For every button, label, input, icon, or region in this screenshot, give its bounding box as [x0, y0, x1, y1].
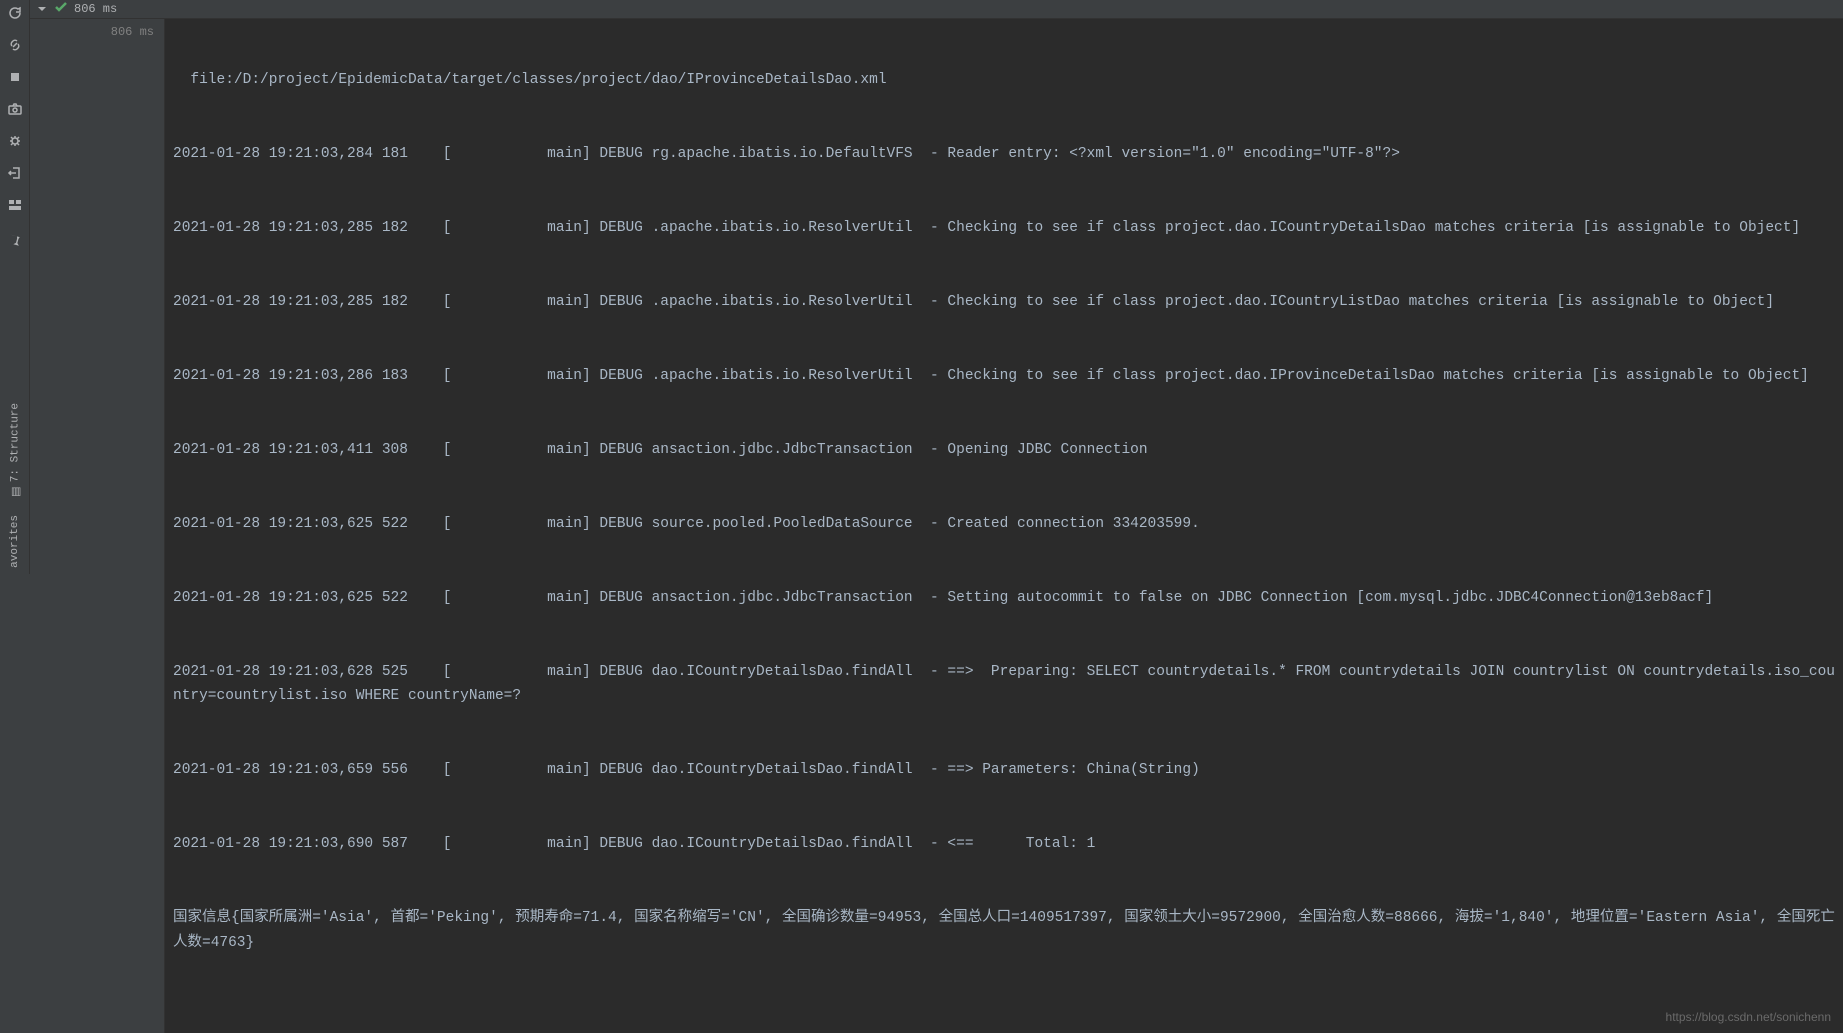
- log-line: 2021-01-28 19:21:03,285 182 [ main] DEBU…: [173, 216, 1835, 241]
- log-line: 2021-01-28 19:21:03,625 522 [ main] DEBU…: [173, 512, 1835, 537]
- console-output[interactable]: file:/D:/project/EpidemicData/target/cla…: [165, 19, 1843, 1033]
- watermark: https://blog.csdn.net/sonichenn: [1666, 1007, 1831, 1027]
- test-tree-panel[interactable]: 806 ms: [30, 19, 165, 1033]
- log-line: 2021-01-28 19:21:03,690 587 [ main] DEBU…: [173, 832, 1835, 857]
- content-row: 806 ms file:/D:/project/EpidemicData/tar…: [30, 19, 1843, 1033]
- pin-icon[interactable]: [6, 232, 24, 250]
- log-line: 2021-01-28 19:21:03,411 308 [ main] DEBU…: [173, 438, 1835, 463]
- camera-icon[interactable]: [6, 100, 24, 118]
- test-pass-icon: [54, 0, 68, 18]
- log-line: file:/D:/project/EpidemicData/target/cla…: [173, 68, 1835, 93]
- structure-tab[interactable]: ▤ 7: Structure: [7, 397, 24, 505]
- favorites-tab-label: avorites: [9, 515, 21, 568]
- stop-icon[interactable]: [6, 68, 24, 86]
- favorites-tab[interactable]: avorites: [7, 509, 23, 574]
- structure-icon: ▤: [9, 486, 22, 499]
- test-results-bar: 806 ms: [30, 0, 1843, 19]
- vertical-tab-bar: ▤ 7: Structure avorites: [0, 397, 30, 574]
- link-icon[interactable]: [6, 36, 24, 54]
- exit-icon[interactable]: [6, 164, 24, 182]
- log-line: 2021-01-28 19:21:03,659 556 [ main] DEBU…: [173, 758, 1835, 783]
- collapse-toggle[interactable]: [36, 3, 48, 15]
- log-line: 国家信息{国家所属洲='Asia', 首都='Peking', 预期寿命=71.…: [173, 906, 1835, 955]
- log-line: 2021-01-28 19:21:03,284 181 [ main] DEBU…: [173, 142, 1835, 167]
- log-line: 2021-01-28 19:21:03,286 183 [ main] DEBU…: [173, 364, 1835, 389]
- rerun-icon[interactable]: [6, 4, 24, 22]
- tool-window-rail: ▤ 7: Structure avorites: [0, 0, 30, 574]
- layout-icon[interactable]: [6, 196, 24, 214]
- log-line: 2021-01-28 19:21:03,625 522 [ main] DEBU…: [173, 586, 1835, 611]
- log-line: 2021-01-28 19:21:03,628 525 [ main] DEBU…: [173, 660, 1835, 709]
- test-duration: 806 ms: [74, 2, 117, 16]
- main-area: 806 ms 806 ms file:/D:/project/EpidemicD…: [30, 0, 1843, 574]
- log-line: 2021-01-28 19:21:03,285 182 [ main] DEBU…: [173, 290, 1835, 315]
- structure-tab-label: 7: Structure: [9, 403, 21, 482]
- bug-icon[interactable]: [6, 132, 24, 150]
- tree-duration: 806 ms: [34, 23, 160, 41]
